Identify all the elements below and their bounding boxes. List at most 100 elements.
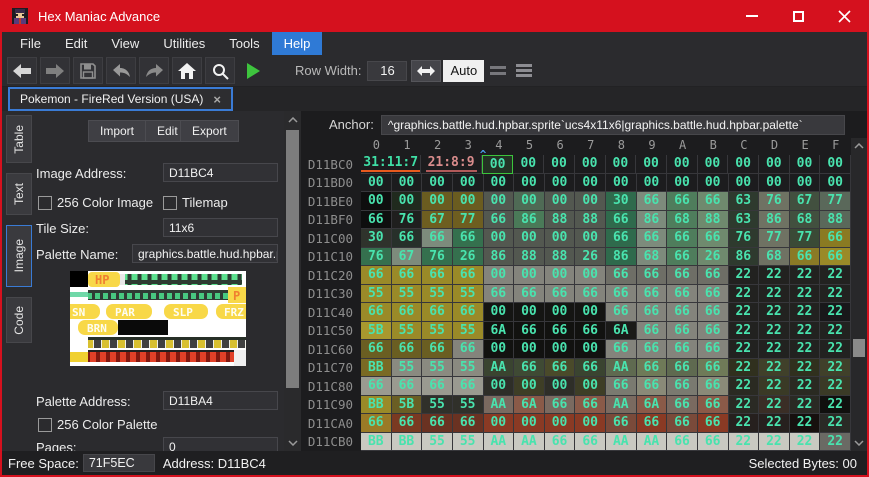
hex-cell[interactable]: 22 <box>729 322 760 341</box>
hex-cell[interactable]: 63 <box>729 211 760 230</box>
hex-cell[interactable]: 00 <box>453 192 484 211</box>
hex-cell[interactable]: 00 <box>820 174 851 193</box>
hex-cell[interactable]: 68 <box>759 248 790 267</box>
hex-cell[interactable]: 66 <box>422 266 453 285</box>
tab-code[interactable]: Code <box>6 297 32 343</box>
hex-cell[interactable]: 6A <box>637 396 668 415</box>
hex-cell[interactable]: AA <box>606 396 637 415</box>
hex-cell[interactable]: 86 <box>759 211 790 230</box>
menu-tools[interactable]: Tools <box>217 32 271 55</box>
hex-cell[interactable]: 00 <box>484 377 515 396</box>
row-width-input[interactable]: 16 <box>367 61 407 81</box>
hex-cell[interactable]: 66 <box>545 359 576 378</box>
hex-cell[interactable]: 55 <box>453 396 484 415</box>
hex-cell[interactable]: 68 <box>637 248 668 267</box>
hex-cell[interactable]: 00 <box>636 155 667 174</box>
hex-cell[interactable]: 66 <box>361 211 392 230</box>
hex-cell[interactable]: 66 <box>698 285 729 304</box>
hex-cell[interactable]: 22 <box>820 285 851 304</box>
hex-cell[interactable]: 00 <box>575 229 606 248</box>
menu-utilities[interactable]: Utilities <box>151 32 217 55</box>
hex-cell[interactable]: 6A <box>514 396 545 415</box>
hex-cell[interactable]: 22 <box>729 433 760 452</box>
hex-cell[interactable]: 66 <box>698 229 729 248</box>
hex-cell[interactable]: 22 <box>790 285 821 304</box>
menu-file[interactable]: File <box>8 32 53 55</box>
hex-cell[interactable]: 00 <box>392 174 423 193</box>
hex-cell[interactable]: 22 <box>759 322 790 341</box>
anchor-input[interactable]: ^graphics.battle.hud.hpbar.sprite`ucs4x1… <box>381 115 845 135</box>
hex-cell[interactable]: 22 <box>759 266 790 285</box>
hex-cell[interactable]: 00 <box>790 174 821 193</box>
hex-cell[interactable]: BB <box>361 396 392 415</box>
scroll-down-icon[interactable] <box>284 434 301 451</box>
menu-help[interactable]: Help <box>272 32 323 55</box>
hex-cell[interactable]: 68 <box>790 211 821 230</box>
hex-cell[interactable]: 00 <box>392 192 423 211</box>
hex-cell[interactable]: 66 <box>422 340 453 359</box>
hex-cell[interactable]: 76 <box>759 192 790 211</box>
auto-width-button[interactable]: Auto <box>443 60 484 82</box>
hex-cell[interactable]: 66 <box>637 192 668 211</box>
hex-cell[interactable]: 00 <box>728 155 759 174</box>
hex-cell[interactable]: BB <box>392 433 423 452</box>
hex-cell[interactable]: 22 <box>729 377 760 396</box>
hex-cell[interactable]: 26 <box>453 248 484 267</box>
hex-cell[interactable]: 66 <box>698 266 729 285</box>
hex-cell[interactable]: 86 <box>606 248 637 267</box>
expanded-layout-button[interactable] <box>512 60 536 82</box>
tile-size-input[interactable]: 11x6 <box>163 218 278 237</box>
hex-cell[interactable]: 66 <box>698 377 729 396</box>
hex-cell[interactable]: 67 <box>422 211 453 230</box>
hex-cell[interactable]: 00 <box>545 414 576 433</box>
hex-cell[interactable]: 00 <box>453 174 484 193</box>
hex-cell[interactable]: 00 <box>790 155 821 174</box>
hex-cell[interactable]: 66 <box>422 303 453 322</box>
palette-address-input[interactable]: D11BA4 <box>163 391 278 410</box>
hex-cell[interactable]: 66 <box>698 322 729 341</box>
hex-cell[interactable]: 00 <box>484 266 515 285</box>
hex-cell[interactable]: 66 <box>514 359 545 378</box>
hex-cell[interactable]: 66 <box>790 248 821 267</box>
hex-cell[interactable]: 00 <box>484 340 515 359</box>
hex-cell[interactable]: 66 <box>575 433 606 452</box>
menu-edit[interactable]: Edit <box>53 32 99 55</box>
hex-cell[interactable]: 66 <box>575 396 606 415</box>
hex-cell[interactable]: 00 <box>698 155 729 174</box>
hex-cell[interactable]: BB <box>361 359 392 378</box>
hex-cell[interactable]: 6A <box>484 322 515 341</box>
hex-cell[interactable]: 66 <box>453 266 484 285</box>
hex-cell[interactable]: 66 <box>392 266 423 285</box>
tab-close-icon[interactable]: × <box>213 93 221 106</box>
scrollbar-thumb[interactable] <box>853 339 865 357</box>
hex-cell[interactable]: 22 <box>729 340 760 359</box>
hex-cell[interactable]: 00 <box>575 266 606 285</box>
hex-cell[interactable]: 00 <box>514 174 545 193</box>
hex-cell[interactable]: 00 <box>575 192 606 211</box>
palette-name-input[interactable]: graphics.battle.hud.hpbar.pale <box>132 244 278 263</box>
tab-table[interactable]: Table <box>6 115 32 163</box>
hex-cell[interactable]: 00 <box>575 303 606 322</box>
hex-cell[interactable]: 66 <box>606 377 637 396</box>
hex-cell[interactable]: 86 <box>637 211 668 230</box>
hex-cell[interactable]: 55 <box>422 433 453 452</box>
hex-cell[interactable]: 00 <box>545 266 576 285</box>
hex-cell[interactable]: 00 <box>484 192 515 211</box>
hex-cell[interactable]: 66 <box>484 211 515 230</box>
document-tab[interactable]: Pokemon - FireRed Version (USA) × <box>8 87 233 111</box>
hex-cell[interactable]: 22 <box>820 433 851 452</box>
hex-cell[interactable]: 86 <box>484 248 515 267</box>
hex-cell[interactable]: 63 <box>729 192 760 211</box>
image-address-input[interactable]: D11BC4 <box>163 163 278 182</box>
hex-cell[interactable]: 00 <box>667 174 698 193</box>
hex-cell[interactable]: 22 <box>759 359 790 378</box>
hex-cell[interactable]: 66 <box>361 266 392 285</box>
hex-cell[interactable]: 66 <box>606 285 637 304</box>
hex-cell[interactable]: 55 <box>453 359 484 378</box>
hex-cell[interactable]: 22 <box>790 396 821 415</box>
hex-cell[interactable]: 22 <box>729 303 760 322</box>
hex-cell[interactable]: 00 <box>544 155 575 174</box>
hex-cell[interactable]: 66 <box>392 229 423 248</box>
hex-cell[interactable]: 66 <box>820 248 851 267</box>
hex-cell[interactable]: 22 <box>759 396 790 415</box>
